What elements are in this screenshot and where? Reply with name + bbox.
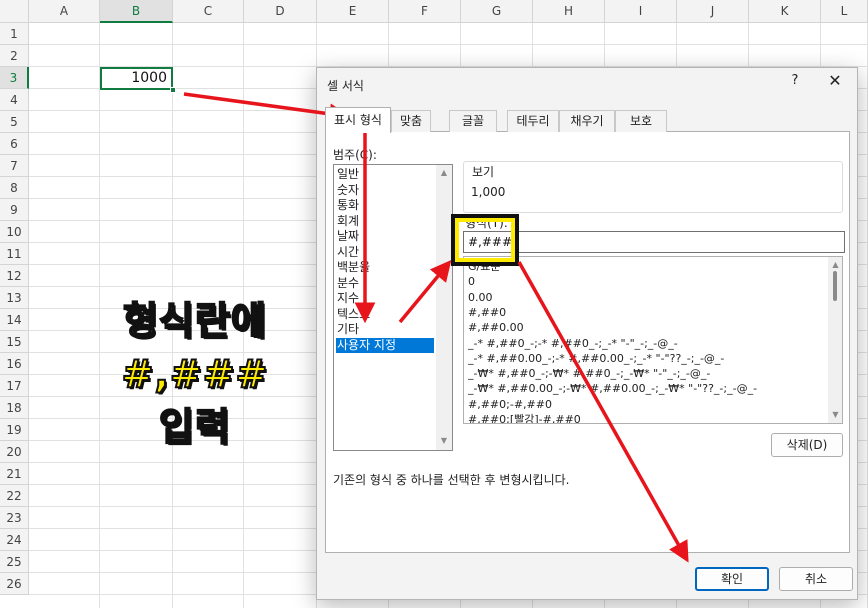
category-item[interactable]: 기타: [336, 322, 434, 337]
row-header-17[interactable]: 17: [0, 375, 29, 397]
category-item[interactable]: 텍스트: [336, 307, 434, 322]
category-item[interactable]: 시간: [336, 245, 434, 260]
category-item[interactable]: 사용자 지정: [336, 337, 434, 353]
category-list[interactable]: 일반 숫자 통화 회계 날짜 시간 백분율 분수 지수 텍스트 기타 사용자 지정 ▲ ▼: [333, 164, 453, 451]
format-type-list[interactable]: G/표준 0 0.00 #,##0 #,##0.00 _-* #,##0_-;-* #,#…: [463, 256, 843, 424]
category-scrollbar[interactable]: ▲ ▼: [436, 165, 452, 450]
column-header-h[interactable]: H: [533, 0, 605, 23]
format-item[interactable]: _-₩* #,##0_-;-₩* #,##0_-;_-₩* "-"_-;_-@_…: [468, 366, 830, 381]
scroll-up-icon[interactable]: ▲: [436, 167, 452, 179]
ok-button[interactable]: 확인: [695, 567, 769, 591]
category-item[interactable]: 숫자: [336, 183, 434, 198]
category-item[interactable]: 백분율: [336, 260, 434, 275]
column-header-k[interactable]: K: [749, 0, 821, 23]
tab-alignment[interactable]: 맞춤: [391, 110, 431, 132]
scroll-up-icon[interactable]: ▲: [828, 259, 842, 271]
category-item[interactable]: 일반: [336, 167, 434, 182]
grid-hline: [29, 44, 868, 45]
tab-number[interactable]: 표시 형식: [325, 107, 391, 133]
row-header-23[interactable]: 23: [0, 507, 29, 529]
help-button[interactable]: ?: [787, 73, 803, 88]
row-header-26[interactable]: 26: [0, 573, 29, 595]
row-header-1[interactable]: 1: [0, 23, 29, 45]
format-item[interactable]: _-₩* #,##0.00_-;-₩* #,##0.00_-;_-₩* "-"?…: [468, 381, 830, 396]
column-header-e[interactable]: E: [317, 0, 389, 23]
format-list-scrollbar[interactable]: ▲ ▼: [828, 257, 842, 423]
row-header-12[interactable]: 12: [0, 265, 29, 287]
column-header-l[interactable]: L: [821, 0, 868, 23]
cancel-button[interactable]: 취소: [779, 567, 853, 591]
column-header-d[interactable]: D: [244, 0, 317, 23]
row-header-11[interactable]: 11: [0, 243, 29, 265]
column-header-j[interactable]: J: [677, 0, 749, 23]
highlight-box-inner: [455, 218, 515, 262]
sample-group: [463, 161, 843, 213]
tab-font[interactable]: 글꼴: [449, 110, 497, 132]
format-item[interactable]: _-* #,##0_-;-* #,##0_-;_-* "-"_-;_-@_-: [468, 336, 830, 351]
instruction-annotation: 형식란에 #,### 입력: [100, 295, 290, 454]
annotation-line-2: #,###: [121, 351, 269, 397]
row-header-24[interactable]: 24: [0, 529, 29, 551]
annotation-line-3: 입력: [158, 404, 231, 450]
row-header-18[interactable]: 18: [0, 397, 29, 419]
row-header-7[interactable]: 7: [0, 155, 29, 177]
row-header-22[interactable]: 22: [0, 485, 29, 507]
close-icon: ✕: [828, 71, 842, 90]
column-header-g[interactable]: G: [461, 0, 533, 23]
category-item[interactable]: 분수: [336, 276, 434, 291]
scroll-down-icon[interactable]: ▼: [828, 409, 842, 421]
row-header-14[interactable]: 14: [0, 309, 29, 331]
row-header-8[interactable]: 8: [0, 177, 29, 199]
row-header-6[interactable]: 6: [0, 133, 29, 155]
tab-border[interactable]: 테두리: [507, 110, 559, 132]
type-input[interactable]: [463, 231, 845, 253]
category-item[interactable]: 회계: [336, 214, 434, 229]
category-item[interactable]: 지수: [336, 291, 434, 306]
tab-protection[interactable]: 보호: [615, 110, 667, 132]
row-header-20[interactable]: 20: [0, 441, 29, 463]
column-header-a[interactable]: A: [29, 0, 100, 23]
fill-handle[interactable]: [170, 87, 176, 93]
close-button[interactable]: ✕: [825, 71, 845, 90]
select-all-corner[interactable]: [0, 0, 29, 23]
row-header-13[interactable]: 13: [0, 287, 29, 309]
column-header-f[interactable]: F: [389, 0, 461, 23]
format-item[interactable]: 0.00: [468, 290, 830, 305]
scroll-thumb[interactable]: [833, 271, 837, 301]
column-header-c[interactable]: C: [173, 0, 244, 23]
format-item[interactable]: 0: [468, 274, 830, 289]
sample-label: 보기: [470, 163, 497, 180]
category-item[interactable]: 날짜: [336, 229, 434, 244]
delete-button[interactable]: 삭제(D): [771, 433, 843, 457]
category-item[interactable]: 통화: [336, 198, 434, 213]
format-cells-dialog: 셀 서식 ? ✕ 표시 형식 맞춤 글꼴 테두리 채우기 보호 범주(C): 일…: [316, 67, 858, 600]
format-item[interactable]: #,##0.00: [468, 320, 830, 335]
row-header-25[interactable]: 25: [0, 551, 29, 573]
cell-b3[interactable]: 1000: [100, 67, 173, 90]
scroll-down-icon[interactable]: ▼: [436, 435, 452, 447]
row-header-15[interactable]: 15: [0, 331, 29, 353]
format-item[interactable]: _-* #,##0.00_-;-* #,##0.00_-;_-* "-"??_-…: [468, 351, 830, 366]
format-item[interactable]: #,##0: [468, 305, 830, 320]
column-header-i[interactable]: I: [605, 0, 677, 23]
row-header-5[interactable]: 5: [0, 111, 29, 133]
description-text: 기존의 형식 중 하나를 선택한 후 변형시킵니다.: [333, 473, 570, 487]
format-item[interactable]: #,##0;[빨강]-#,##0: [468, 412, 830, 423]
format-item[interactable]: #,##0;-#,##0: [468, 397, 830, 412]
row-header-9[interactable]: 9: [0, 199, 29, 221]
sample-value: 1,000: [471, 185, 506, 199]
format-item[interactable]: G/표준: [468, 259, 830, 274]
tab-fill[interactable]: 채우기: [559, 110, 615, 132]
row-header-21[interactable]: 21: [0, 463, 29, 485]
category-label: 범주(C):: [333, 148, 377, 162]
row-header-10[interactable]: 10: [0, 221, 29, 243]
column-header-b[interactable]: B: [100, 0, 173, 23]
row-header-4[interactable]: 4: [0, 89, 29, 111]
row-header-3[interactable]: 3: [0, 67, 29, 89]
annotation-line-1: 형식란에: [122, 298, 267, 344]
dialog-title: 셀 서식: [327, 79, 364, 93]
row-header-19[interactable]: 19: [0, 419, 29, 441]
row-header-2[interactable]: 2: [0, 45, 29, 67]
row-header-16[interactable]: 16: [0, 353, 29, 375]
